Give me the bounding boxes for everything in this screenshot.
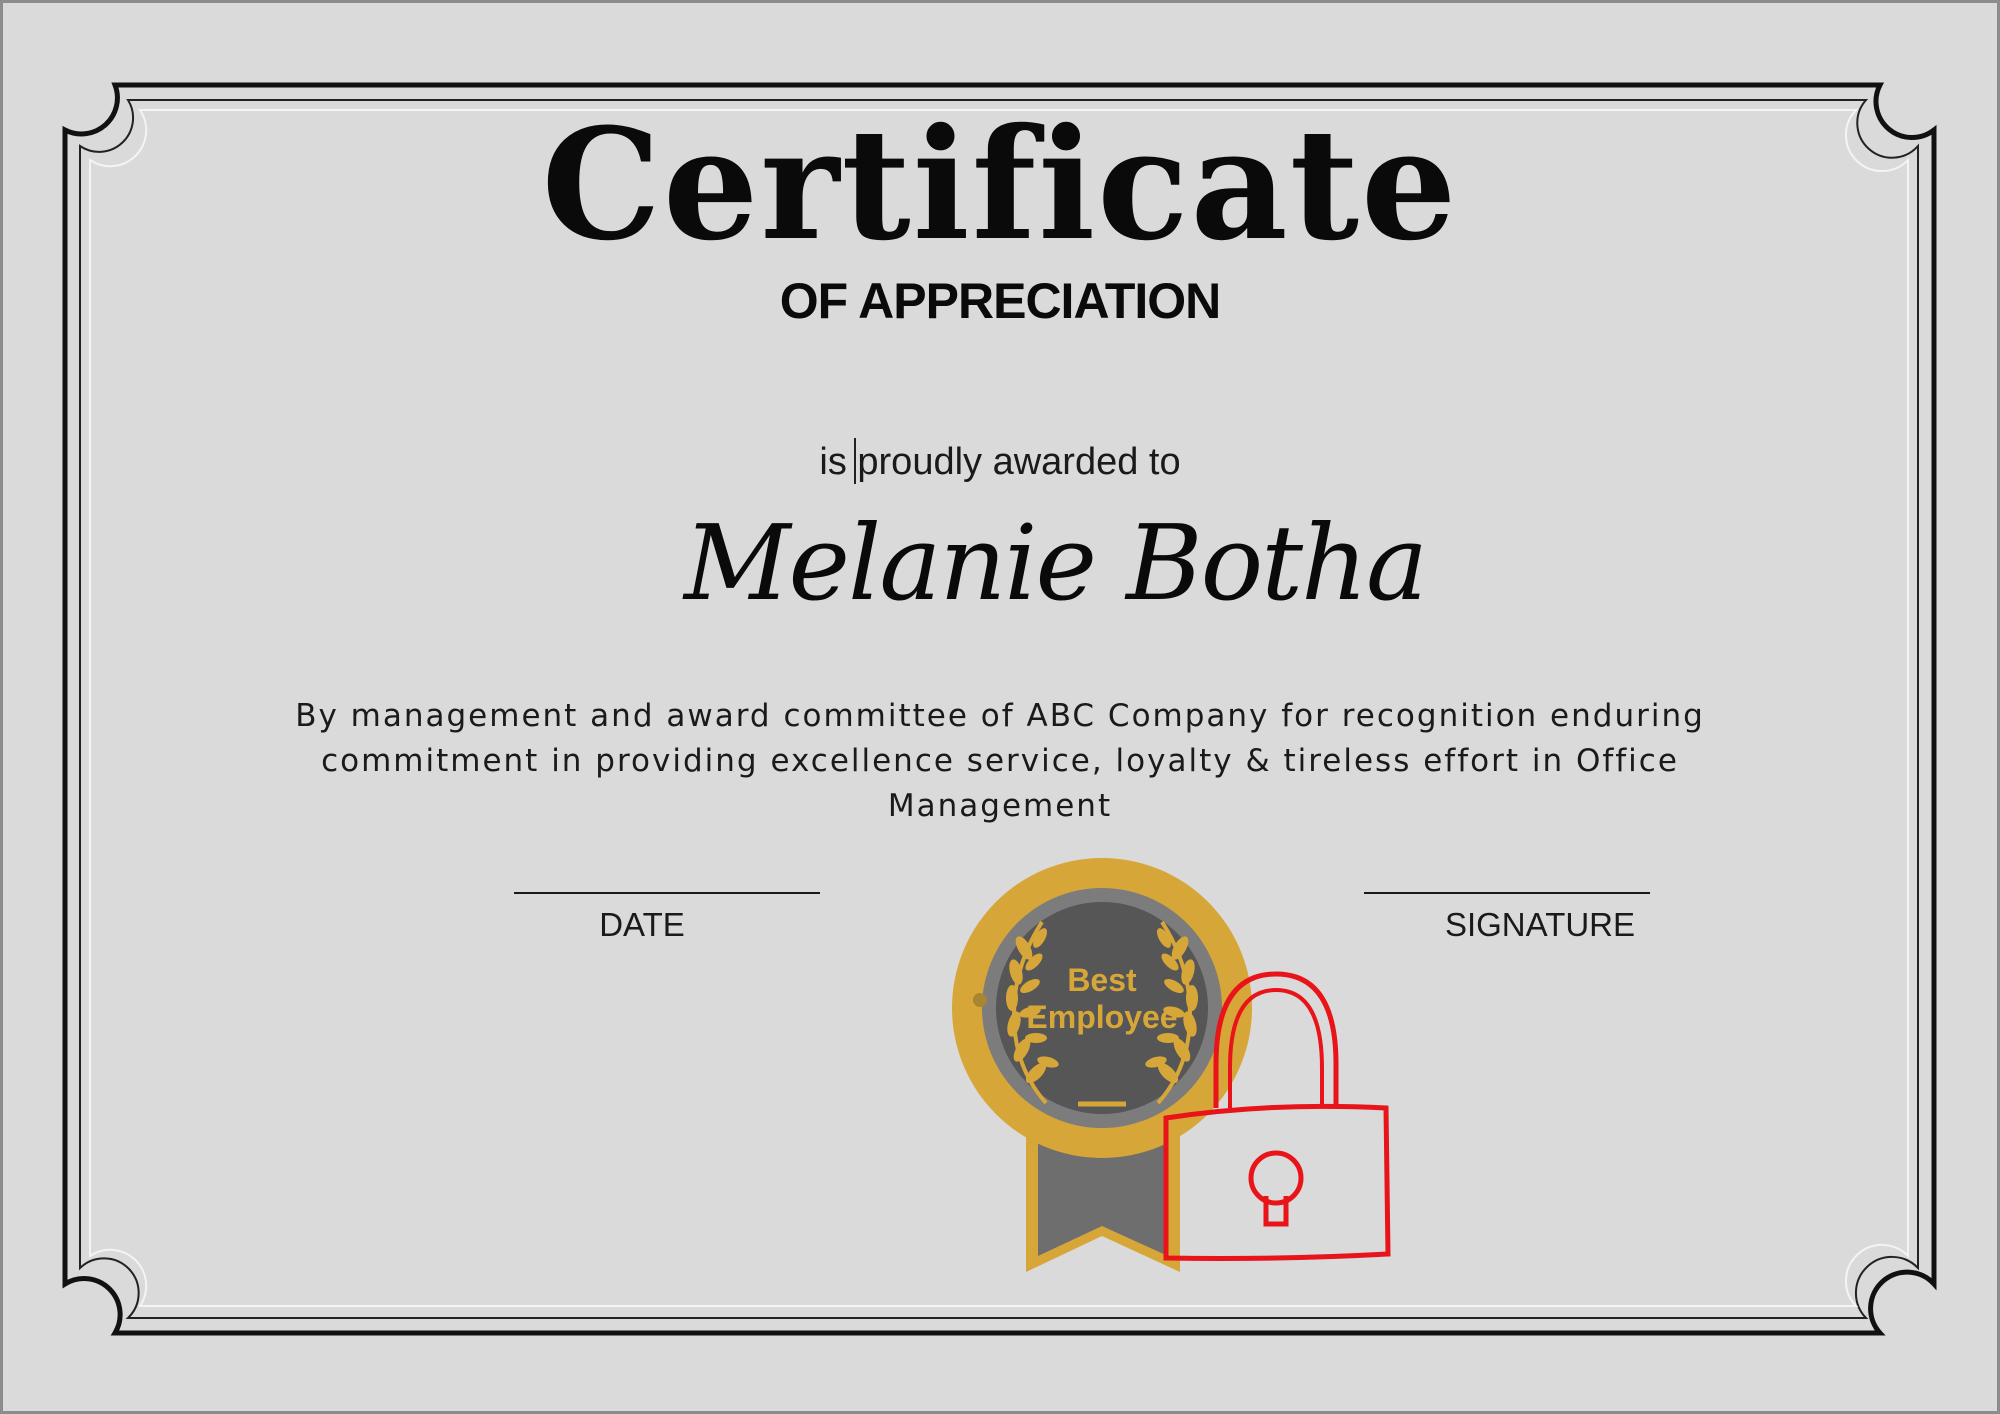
recipient-name[interactable]: Melanie Botha <box>0 498 2000 628</box>
signature-label: SIGNATURE <box>1444 906 1636 943</box>
signature-line <box>1364 892 1650 894</box>
award-description[interactable]: By management and award committee of ABC… <box>240 694 1760 829</box>
certificate-title: Certificate <box>541 95 1459 275</box>
padlock-icon[interactable] <box>1158 968 1394 1268</box>
date-line <box>514 892 820 894</box>
awarded-text[interactable]: is proudly awarded to <box>0 434 2000 490</box>
date-label: DATE <box>599 906 685 943</box>
certificate-subtitle: OF APPRECIATION <box>779 273 1222 329</box>
